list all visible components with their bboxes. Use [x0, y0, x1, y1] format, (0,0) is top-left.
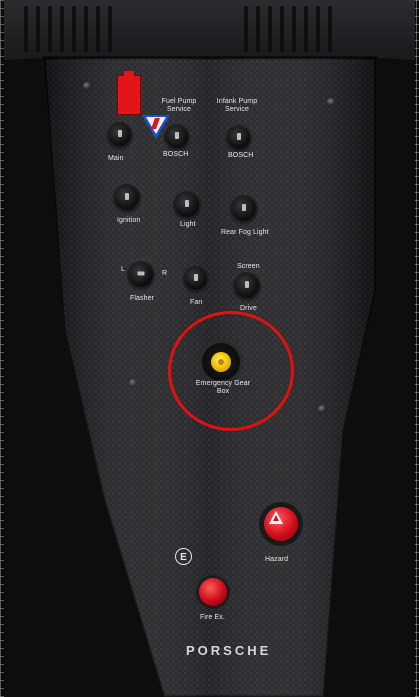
- fuel-pump-service-label: Fuel Pump Service: [161, 98, 197, 113]
- e-symbol-icon: E: [175, 548, 192, 565]
- screw: [129, 379, 137, 387]
- screw: [83, 82, 91, 90]
- red-lock-tab-icon[interactable]: [117, 71, 141, 115]
- flasher-left-label: L: [121, 266, 125, 273]
- light-switch[interactable]: [175, 193, 199, 217]
- rear-fog-light-label: Rear Fog Light: [221, 229, 269, 236]
- flasher-right-label: R: [162, 270, 168, 277]
- infank-pump-service-label: Infank Pump Service: [216, 98, 258, 113]
- flasher-label: Flasher: [130, 295, 155, 302]
- fuel-pump-switch[interactable]: [166, 126, 188, 148]
- ignition-label: Ignition: [117, 217, 141, 224]
- hazard-triangle-icon: [269, 511, 283, 524]
- ignition-switch[interactable]: [115, 186, 139, 210]
- porsche-logo-text: PORSCHE: [186, 643, 272, 658]
- main-switch[interactable]: [109, 124, 131, 146]
- screw: [318, 405, 326, 413]
- highlight-circle: [168, 311, 294, 431]
- fuel-pump-brand-label: BOSCH: [163, 151, 189, 158]
- screw: [327, 98, 335, 106]
- screen-label: Screen: [237, 263, 260, 270]
- light-label: Light: [180, 221, 196, 228]
- fire-ex-label: Fire Ex.: [200, 614, 225, 621]
- screen-drive-switch[interactable]: [235, 274, 259, 298]
- infank-pump-brand-label: BOSCH: [228, 152, 254, 159]
- fire-extinguisher-button[interactable]: [199, 578, 227, 606]
- fan-label: Fan: [190, 299, 203, 306]
- main-label: Main: [108, 155, 124, 162]
- infank-pump-switch[interactable]: [228, 127, 250, 149]
- porsche-switch-panel-photo: Fuel Pump Service Infank Pump Service Ma…: [4, 0, 415, 697]
- rear-fog-light-switch[interactable]: [232, 197, 256, 221]
- hazard-label: Hazard: [265, 556, 289, 563]
- hazard-button[interactable]: [259, 502, 303, 546]
- flasher-switch[interactable]: [129, 263, 153, 287]
- fan-switch[interactable]: [185, 268, 207, 290]
